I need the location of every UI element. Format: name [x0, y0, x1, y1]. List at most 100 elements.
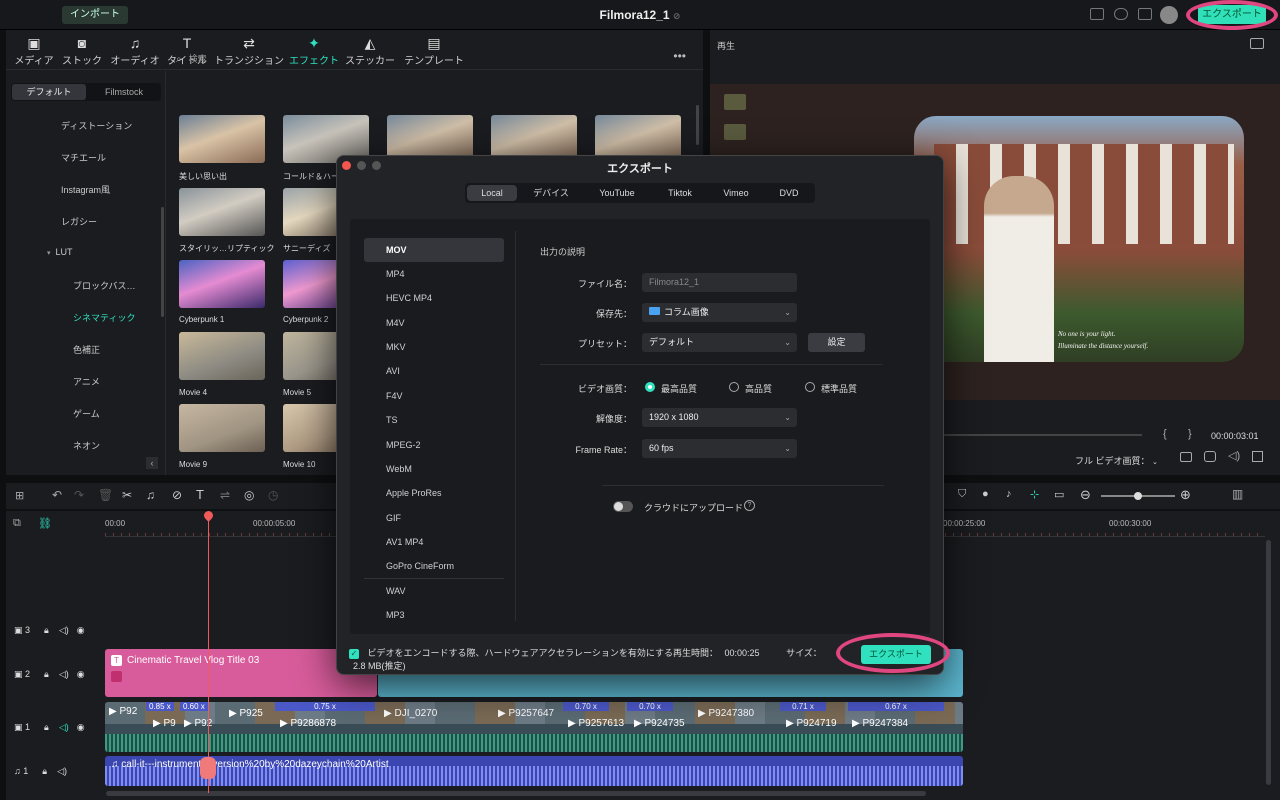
- lock-icon[interactable]: 🔒︎: [44, 625, 49, 635]
- format-item[interactable]: F4V: [364, 384, 504, 408]
- category-subitem[interactable]: ネオン: [73, 439, 100, 452]
- speaker-icon[interactable]: ◁): [57, 766, 67, 776]
- scope-icon[interactable]: [1250, 38, 1264, 49]
- fullscreen-icon[interactable]: [1252, 451, 1263, 462]
- segment-default[interactable]: デフォルト: [12, 84, 86, 100]
- speaker-icon[interactable]: ◁): [59, 669, 69, 679]
- mark-in-icon[interactable]: {: [1163, 428, 1167, 440]
- effect-thumbnail[interactable]: [179, 115, 265, 163]
- format-item[interactable]: MOV: [364, 238, 504, 262]
- speaker-muted-icon[interactable]: ◁): [59, 722, 69, 732]
- tab-vimeo[interactable]: Vimeo: [711, 183, 761, 203]
- save-location-select[interactable]: コラム画像 ⌄: [642, 303, 797, 322]
- format-item[interactable]: TS: [364, 408, 504, 432]
- cloud-upload-icon[interactable]: [1114, 8, 1128, 20]
- effect-thumbnail[interactable]: [179, 260, 265, 308]
- radio-standard-quality[interactable]: [805, 382, 815, 392]
- tag-icon[interactable]: ⊘: [172, 488, 182, 502]
- quality-select[interactable]: フル ビデオ画質： ⌄: [1075, 454, 1158, 467]
- delete-icon[interactable]: 🗑: [98, 488, 113, 502]
- marker-icon[interactable]: ⛉: [958, 488, 966, 501]
- search-bar[interactable]: ⌕ 検索 •••: [176, 49, 686, 68]
- effect-thumbnail[interactable]: [179, 404, 265, 452]
- tab-stock[interactable]: ◙ ストック: [54, 34, 110, 67]
- category-subitem[interactable]: 色補正: [73, 343, 100, 356]
- speaker-icon[interactable]: ◁): [59, 625, 69, 635]
- tab-youtube[interactable]: YouTube: [587, 183, 647, 203]
- category-subitem[interactable]: ゲーム: [73, 407, 100, 420]
- link-icon[interactable]: ⛓: [38, 517, 52, 530]
- eye-icon[interactable]: ◉: [77, 722, 85, 732]
- cloud-upload-toggle[interactable]: [613, 501, 633, 512]
- playback-progress[interactable]: [944, 434, 1142, 436]
- tab-device[interactable]: デバイス: [523, 183, 579, 203]
- lock-icon[interactable]: 🔒︎: [44, 722, 49, 732]
- format-item[interactable]: M4V: [364, 311, 504, 335]
- columns-icon[interactable]: ▥: [1232, 487, 1243, 501]
- tab-audio[interactable]: ♫ オーディオ: [107, 34, 163, 67]
- format-item[interactable]: MKV: [364, 335, 504, 359]
- audio-clip[interactable]: ♫ call-it---instrumental-version%20by%20…: [105, 756, 963, 786]
- preset-select[interactable]: デフォルト ⌄: [642, 333, 797, 352]
- playhead[interactable]: [208, 513, 209, 793]
- avatar[interactable]: [1160, 6, 1178, 24]
- category-subitem[interactable]: ブロックバス…: [73, 279, 136, 292]
- effect-thumbnail[interactable]: [179, 188, 265, 236]
- format-item[interactable]: AVI: [364, 359, 504, 383]
- category-item[interactable]: Instagram風: [61, 183, 110, 196]
- settings-button[interactable]: 設定: [808, 333, 865, 352]
- category-item[interactable]: ディストーション: [61, 119, 132, 132]
- format-item[interactable]: WAV: [364, 579, 504, 603]
- radio-best-quality[interactable]: [645, 382, 655, 392]
- color-icon[interactable]: ◎: [244, 488, 254, 502]
- format-item[interactable]: MPEG-2: [364, 433, 504, 457]
- audio-edit-icon[interactable]: ♫: [146, 488, 155, 502]
- text-icon[interactable]: T: [196, 487, 204, 502]
- playhead-marker[interactable]: [200, 757, 216, 779]
- notification-icon[interactable]: [1138, 8, 1152, 20]
- category-item-lut[interactable]: ▾ LUT: [47, 247, 73, 257]
- format-item[interactable]: HEVC MP4: [364, 286, 504, 310]
- display-icon[interactable]: [1180, 452, 1192, 462]
- format-item[interactable]: GoPro CineForm: [364, 554, 504, 578]
- lock-icon[interactable]: 🔒︎: [42, 766, 47, 776]
- category-item[interactable]: マチエール: [61, 151, 106, 164]
- radio-high-quality[interactable]: [729, 382, 739, 392]
- format-item[interactable]: MP4: [364, 262, 504, 286]
- timeline-hscroll[interactable]: [106, 791, 926, 796]
- format-item[interactable]: MP3: [364, 603, 504, 627]
- snap-icon[interactable]: ⊹: [1030, 488, 1039, 501]
- framerate-select[interactable]: 60 fps ⌄: [642, 439, 797, 458]
- layout-icon[interactable]: [1090, 8, 1104, 20]
- snapshot-icon[interactable]: [1204, 451, 1216, 462]
- format-item[interactable]: AV1 MP4: [364, 530, 504, 554]
- format-item[interactable]: GIF: [364, 506, 504, 530]
- segment-filmstock[interactable]: Filmstock: [87, 84, 161, 100]
- volume-icon[interactable]: ◁): [1228, 449, 1240, 462]
- filename-input[interactable]: Filmora12_1: [642, 273, 797, 292]
- category-subitem[interactable]: アニメ: [73, 375, 100, 388]
- timeline-vscroll[interactable]: [1266, 540, 1271, 785]
- eye-icon[interactable]: ◉: [77, 625, 85, 635]
- hw-accel-checkbox[interactable]: ✓: [349, 648, 359, 659]
- format-item[interactable]: Apple ProRes: [364, 481, 504, 505]
- format-item[interactable]: WebM: [364, 457, 504, 481]
- thumbnail-scrollbar[interactable]: [696, 105, 699, 145]
- speed-icon[interactable]: ◷: [268, 488, 278, 502]
- redo-icon[interactable]: ↷: [74, 488, 84, 502]
- help-icon[interactable]: ?: [744, 500, 755, 511]
- tab-dvd[interactable]: DVD: [767, 183, 811, 203]
- mark-out-icon[interactable]: }: [1188, 428, 1192, 440]
- grid-icon[interactable]: ⊞: [15, 489, 24, 502]
- pip-icon[interactable]: ▭: [1054, 488, 1064, 501]
- effect-thumbnail[interactable]: [179, 332, 265, 380]
- eye-icon[interactable]: ◉: [77, 669, 85, 679]
- sidebar-scrollbar[interactable]: [161, 207, 164, 317]
- tab-tiktok[interactable]: Tiktok: [655, 183, 705, 203]
- tab-local[interactable]: Local: [467, 185, 517, 201]
- cut-icon[interactable]: ✂: [122, 488, 132, 502]
- collapse-sidebar-icon[interactable]: ‹: [146, 457, 158, 469]
- zoom-slider-handle[interactable]: [1134, 492, 1142, 500]
- add-track-icon[interactable]: ⧉: [13, 517, 21, 530]
- audio-track-icon[interactable]: ♪: [1006, 488, 1012, 500]
